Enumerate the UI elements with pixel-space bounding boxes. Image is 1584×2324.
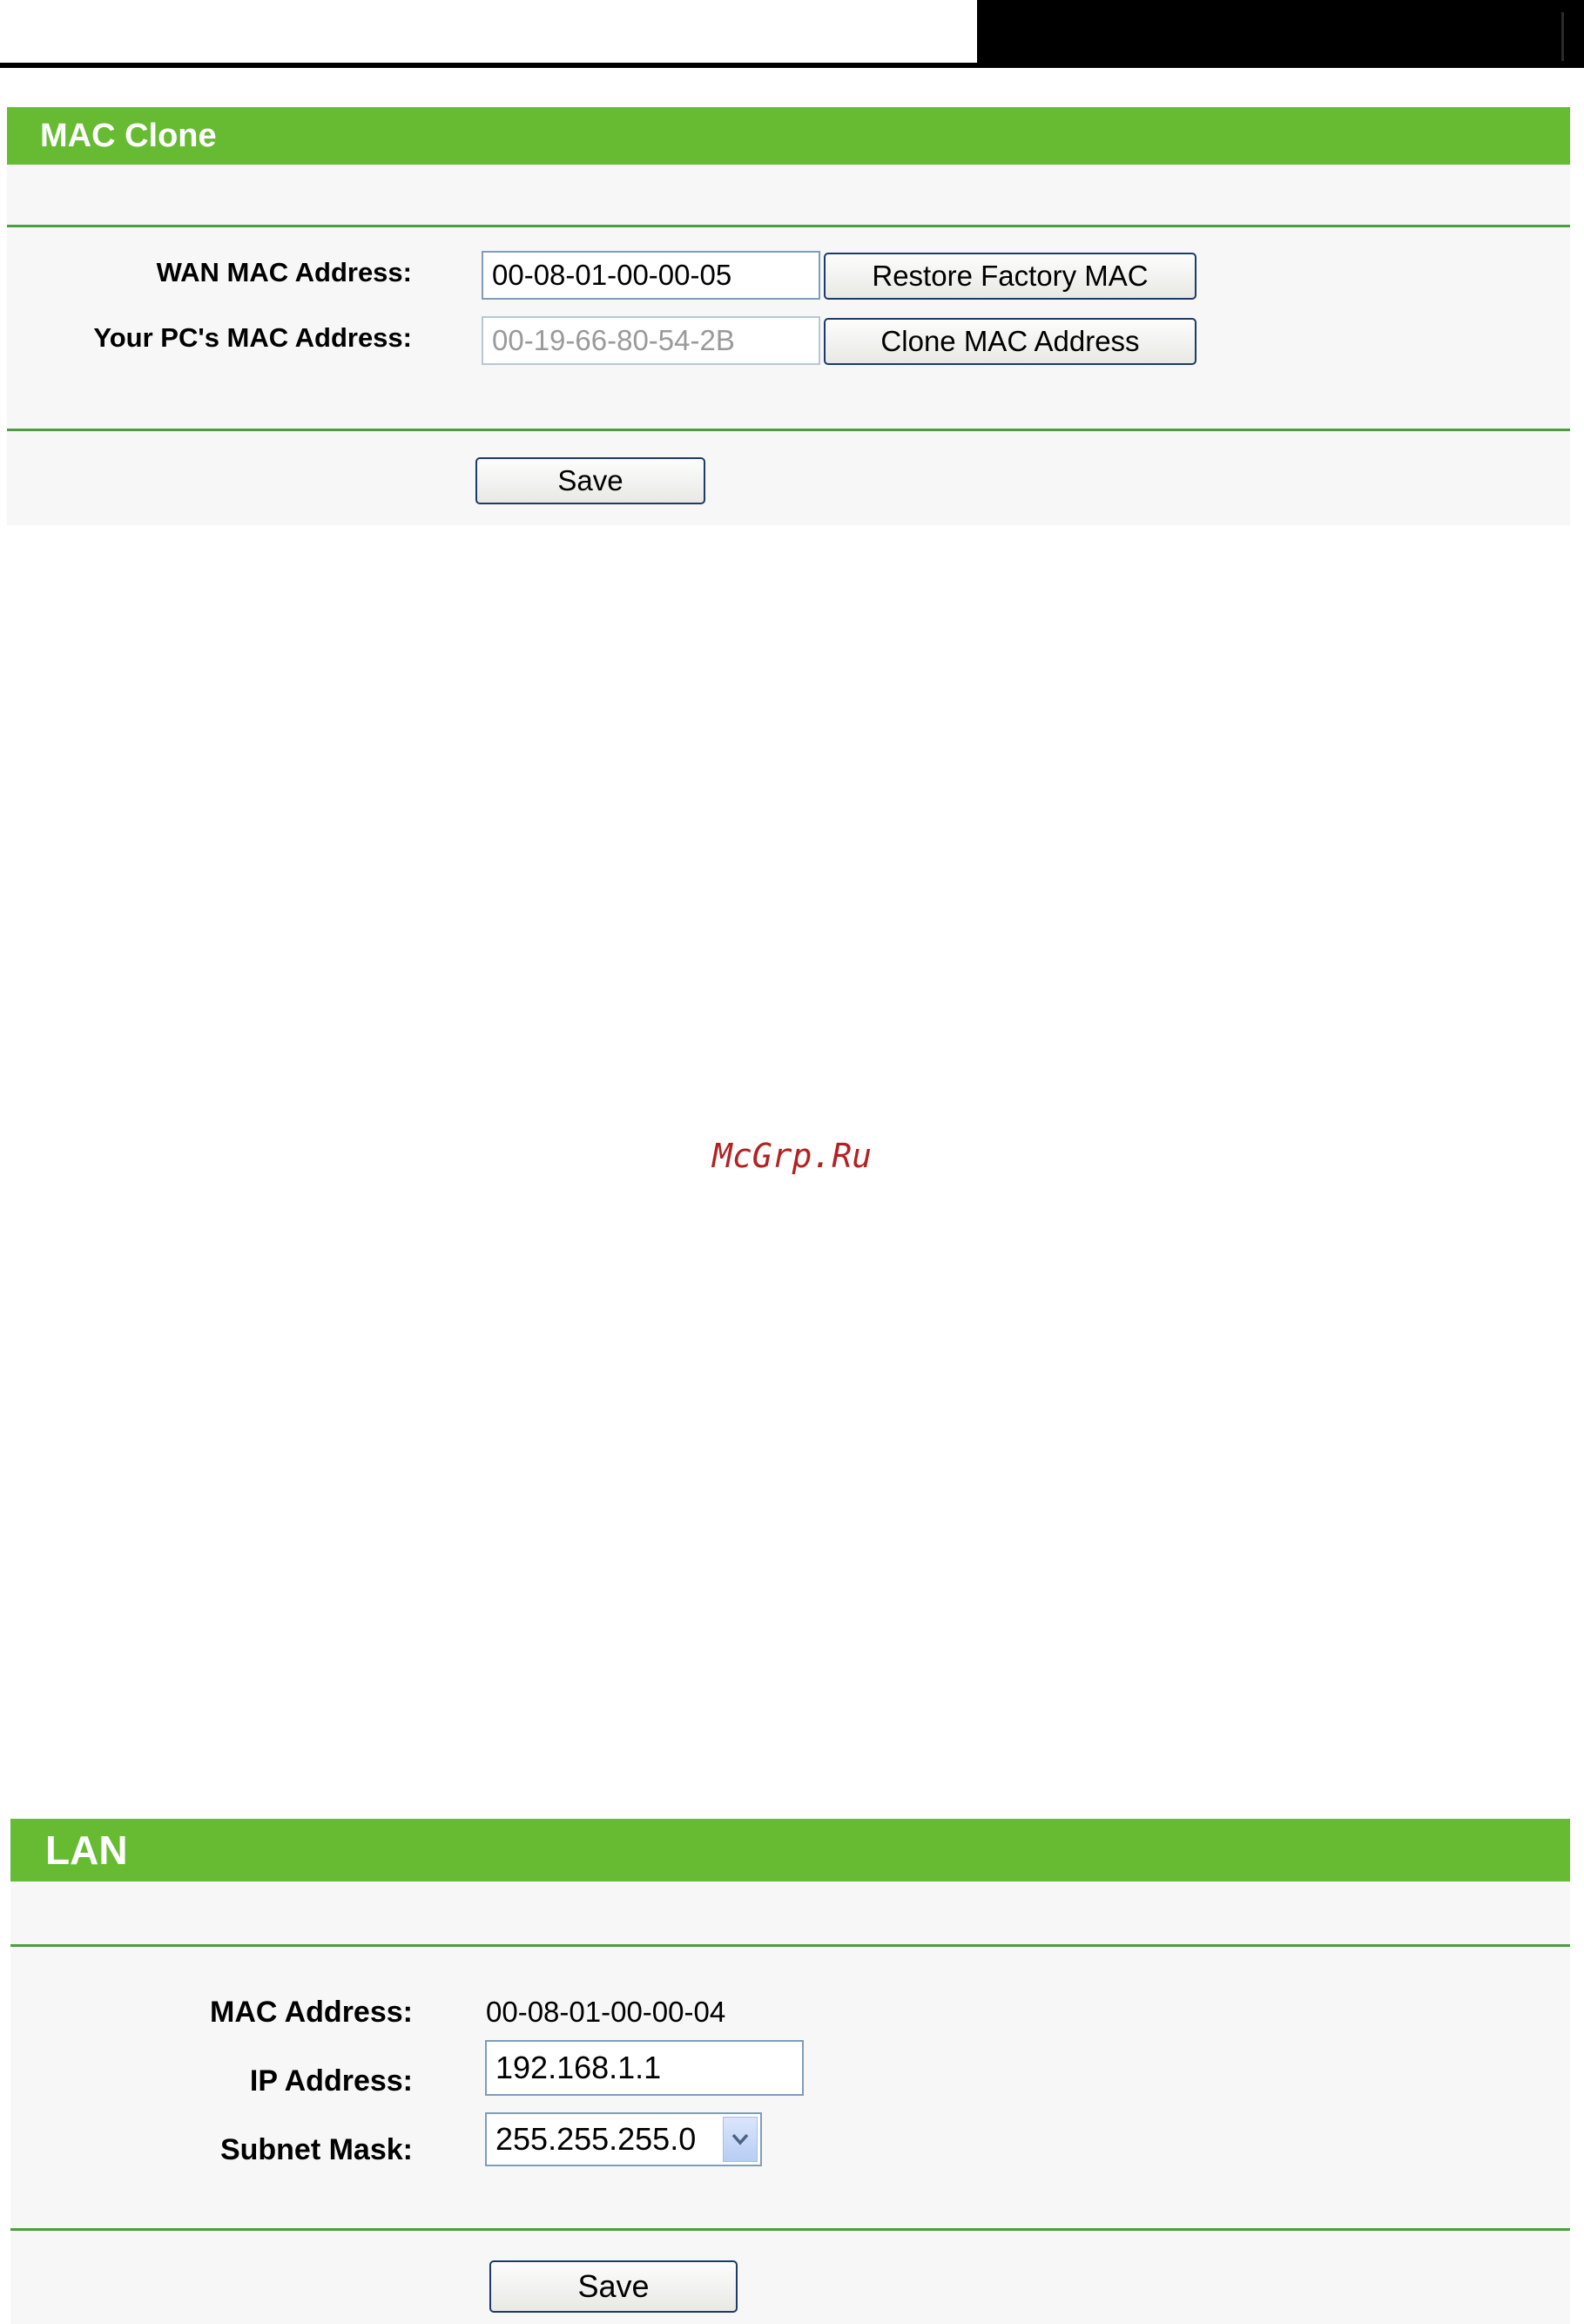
top-block-edge — [1561, 12, 1564, 61]
ip-address-label: IP Address: — [249, 2064, 413, 2098]
top-rule — [0, 63, 977, 68]
subnet-mask-label: Subnet Mask: — [219, 2133, 413, 2166]
restore-factory-mac-button[interactable]: Restore Factory MAC — [824, 253, 1196, 300]
ip-address-input[interactable]: 192.168.1.1 — [485, 2040, 804, 2096]
watermark-text: McGrp.Ru — [711, 1137, 873, 1175]
wan-mac-input[interactable]: 00-08-01-00-00-05 — [482, 251, 820, 300]
mac-clone-divider-bottom — [7, 429, 1570, 431]
mac-clone-divider-top — [7, 225, 1570, 227]
clone-mac-address-button[interactable]: Clone MAC Address — [824, 318, 1196, 365]
lan-save-button[interactable]: Save — [489, 2260, 738, 2313]
subnet-mask-value: 255.255.255.0 — [495, 2121, 697, 2157]
wan-mac-label: WAN MAC Address: — [156, 257, 412, 287]
lan-divider-bottom — [10, 2228, 1570, 2231]
lan-panel: LAN MAC Address: 00-08-01-00-00-04 IP Ad… — [10, 1819, 1570, 2324]
pc-mac-input-value: 00-19-66-80-54-2B — [492, 324, 735, 356]
top-black-block — [977, 0, 1584, 68]
mac-clone-panel: MAC Clone WAN MAC Address: 00-08-01-00-0… — [7, 107, 1570, 525]
subnet-mask-select[interactable]: 255.255.255.0 — [485, 2112, 762, 2166]
lan-header: LAN — [10, 1819, 1570, 1881]
lan-mac-value: 00-08-01-00-00-04 — [486, 1996, 726, 2028]
wan-mac-input-value: 00-08-01-00-00-05 — [492, 259, 732, 291]
lan-title: LAN — [45, 1827, 128, 1873]
pc-mac-label: Your PC's MAC Address: — [93, 322, 412, 353]
chevron-down-icon[interactable] — [723, 2117, 758, 2162]
mac-clone-save-button[interactable]: Save — [475, 457, 705, 504]
mac-clone-title: MAC Clone — [40, 118, 217, 154]
lan-divider-top — [10, 1944, 1570, 1947]
pc-mac-input: 00-19-66-80-54-2B — [482, 316, 820, 365]
ip-address-value: 192.168.1.1 — [495, 2050, 662, 2085]
lan-mac-label: MAC Address: — [210, 1996, 413, 2029]
mac-clone-header: MAC Clone — [7, 107, 1570, 165]
